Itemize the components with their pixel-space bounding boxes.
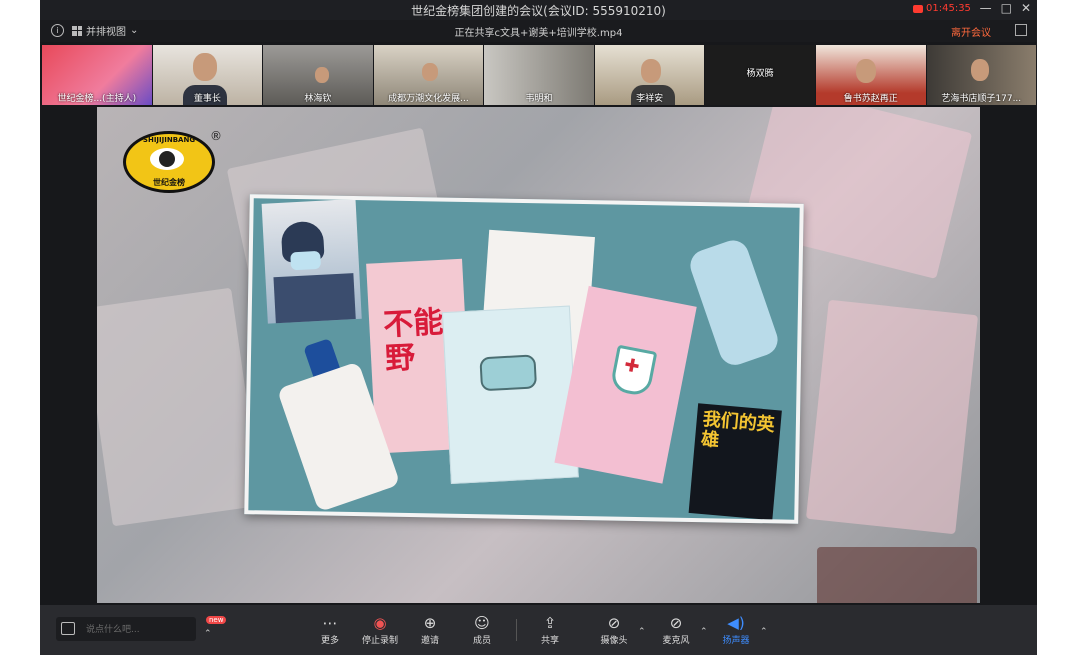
avatar (970, 59, 989, 81)
participant-strip: 世纪金榜...(主持人) 董事长 林海钦 成都万潮文化发展... 韦明和 李祥安… (42, 45, 1037, 105)
invite-button[interactable]: ⊕ 邀请 (408, 613, 452, 646)
participant-name: 世纪金榜...(主持人) (57, 94, 137, 104)
more-icon: ⋯ (322, 614, 338, 632)
close-button[interactable]: ✕ (1021, 1, 1031, 15)
mic-off-icon: ⊘ (669, 614, 683, 632)
chat-placeholder: 说点什么吧... (86, 625, 140, 635)
participant-tile[interactable]: 成都万潮文化发展... (373, 45, 484, 105)
recording-icon (913, 4, 923, 13)
participant-tile[interactable]: 林海钦 (263, 45, 373, 105)
stop-recording-button[interactable]: ◉ 停止录制 (358, 613, 402, 646)
product-photo: 不能野 ✚ 我们的英雄 (244, 194, 804, 524)
registered-mark: ® (210, 129, 222, 143)
shared-video[interactable]: SHIJIJINBANG 世纪金榜 ® 不能野 ✚ 我们的英雄 (97, 107, 980, 603)
chevron-up-icon[interactable]: ⌃ (760, 627, 768, 637)
participant-name: 杨双腾 (746, 69, 774, 79)
participant-name: 艺海书店顺子177... (941, 94, 1022, 104)
participant-name: 鲁书苏赵再正 (843, 94, 898, 104)
camera-off-icon: ⊘ (607, 614, 621, 632)
participant-name: 成都万潮文化发展... (388, 94, 469, 104)
microphone-button[interactable]: ⊘ 麦克风 (654, 613, 698, 646)
chat-input[interactable]: 说点什么吧... (56, 617, 196, 641)
epidemic-poster (261, 198, 362, 324)
stop-record-icon: ◉ (373, 614, 387, 632)
participant-tile[interactable]: 鲁书苏赵再正 (815, 45, 926, 105)
bottom-toolbar: 说点什么吧... new ⌃ ⋯ 更多 ◉ 停止录制 ⊕ 邀请 ☺ 成员 ⇪ 共… (40, 605, 1037, 655)
participant-name: 林海钦 (304, 94, 332, 104)
mask-icon (479, 354, 538, 392)
avatar (421, 63, 438, 81)
divider (516, 619, 517, 641)
sharing-status: 正在共享c文具+谢美+培训学校.mp4 (454, 28, 623, 39)
avatar (640, 59, 661, 83)
chevron-up-icon[interactable]: ⌃ (638, 627, 646, 637)
recording-indicator: 01:45:35 (913, 3, 971, 14)
chevron-up-icon[interactable]: ⌃ (204, 629, 212, 639)
members-button[interactable]: ☺ 成员 (460, 613, 504, 646)
avatar (855, 59, 876, 83)
window-controls: — □ ✕ (980, 1, 1031, 15)
brand-logo: SHIJIJINBANG 世纪金榜 (123, 131, 215, 193)
participant-tile[interactable]: 艺海书店顺子177... (926, 45, 1037, 105)
chevron-up-icon[interactable]: ⌃ (700, 627, 708, 637)
speaker-icon: ◀) (727, 614, 745, 632)
participant-tile[interactable]: 杨双腾 (705, 45, 815, 105)
speaker-button[interactable]: ◀) 扬声器 (714, 613, 758, 646)
fullscreen-icon[interactable] (1015, 24, 1027, 36)
participant-name: 董事长 (193, 94, 221, 104)
leave-meeting-button[interactable]: 离开会议 (951, 24, 991, 39)
avatar (315, 67, 330, 83)
share-icon: ⇪ (543, 614, 557, 632)
hero-poster: 我们的英雄 (688, 403, 782, 521)
avatar (192, 53, 217, 81)
minimize-button[interactable]: — (980, 1, 992, 15)
chat-icon (61, 622, 75, 635)
new-badge: new (206, 616, 227, 624)
participant-tile[interactable]: 世纪金榜...(主持人) (42, 45, 152, 105)
recording-time: 01:45:35 (926, 3, 971, 14)
participant-tile[interactable]: 韦明和 (484, 45, 594, 105)
members-icon: ☺ (474, 614, 490, 632)
participant-tile[interactable]: 董事长 (152, 45, 263, 105)
participant-tile[interactable]: 李祥安 (594, 45, 705, 105)
more-button[interactable]: ⋯ 更多 (308, 613, 352, 646)
camera-button[interactable]: ⊘ 摄像头 (592, 613, 636, 646)
window-title: 世纪金榜集团创建的会议(会议ID: 555910210) (411, 4, 666, 18)
invite-icon: ⊕ (423, 614, 437, 632)
meeting-window: 世纪金榜集团创建的会议(会议ID: 555910210) 01:45:35 — … (40, 0, 1037, 655)
title-bar: 世纪金榜集团创建的会议(会议ID: 555910210) 01:45:35 — … (40, 0, 1037, 20)
surgical-mask (686, 236, 782, 370)
maximize-button[interactable]: □ (1001, 1, 1012, 15)
participant-name: 韦明和 (525, 94, 553, 104)
participant-name: 李祥安 (636, 94, 664, 104)
share-button[interactable]: ⇪ 共享 (528, 613, 572, 646)
meeting-subbar: i 并排视图 ⌄ 正在共享c文具+谢美+培训学校.mp4 离开会议 (40, 20, 1037, 42)
